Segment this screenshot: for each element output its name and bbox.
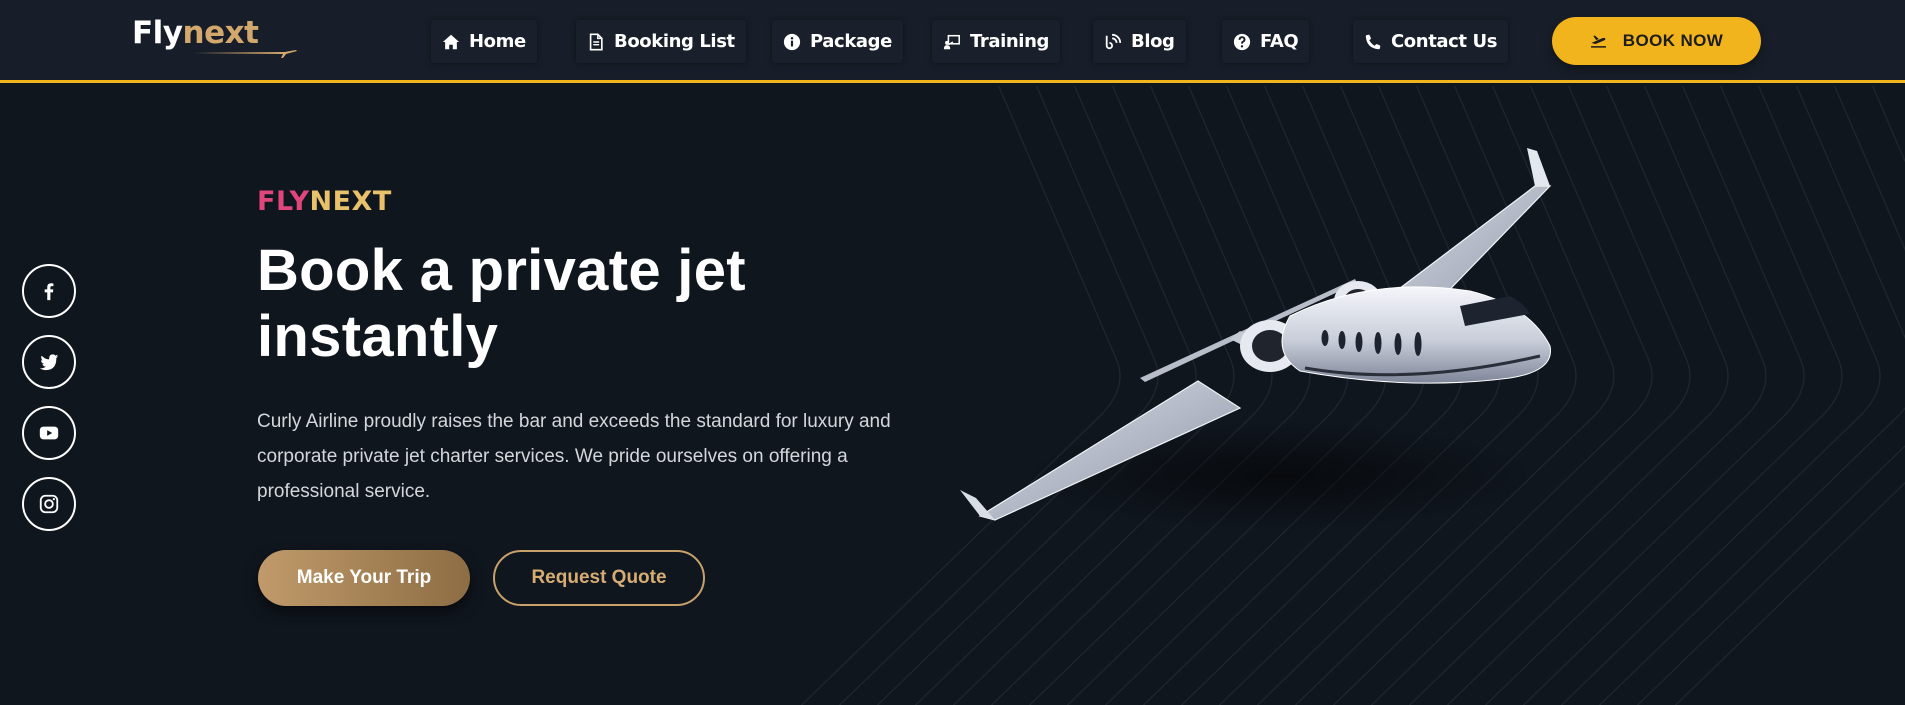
logo-text-next: next: [182, 15, 259, 51]
twitter-icon: [39, 354, 59, 371]
private-jet-image: [960, 148, 1552, 531]
nav-package[interactable]: Package: [772, 20, 903, 63]
book-now-label: BOOK NOW: [1622, 31, 1724, 50]
headline-line-2: instantly: [257, 304, 499, 369]
eyebrow-fly: FLY: [257, 186, 310, 217]
youtube-icon: [39, 426, 59, 440]
info-circle-icon: [783, 33, 801, 50]
hero-eyebrow: FLYNEXT: [257, 186, 392, 217]
nav-package-label: Package: [810, 31, 892, 52]
social-youtube-button[interactable]: [22, 406, 76, 460]
background-line: [1674, 86, 1905, 705]
request-quote-button[interactable]: Request Quote: [493, 550, 705, 606]
nav-contact-us-label: Contact Us: [1391, 31, 1498, 52]
nav-blog[interactable]: Blog: [1093, 20, 1186, 63]
nav-blog-label: Blog: [1131, 31, 1175, 52]
social-twitter-button[interactable]: [22, 335, 76, 389]
nav-faq[interactable]: FAQ: [1222, 20, 1310, 63]
logo-plane-icon: [279, 50, 297, 58]
phone-icon: [1365, 34, 1381, 49]
site-logo[interactable]: Fly next: [132, 15, 297, 58]
home-icon: [442, 34, 460, 49]
hero-description: Curly Airline proudly raises the bar and…: [257, 411, 891, 502]
nav-training[interactable]: Training: [932, 20, 1060, 63]
facebook-icon: [44, 283, 54, 301]
nav-training-label: Training: [970, 31, 1049, 52]
book-now-button[interactable]: BOOK NOW: [1552, 17, 1761, 65]
make-your-trip-button[interactable]: Make Your Trip: [258, 550, 470, 606]
social-facebook-button[interactable]: [22, 264, 76, 318]
nav-booking-list[interactable]: Booking List: [576, 20, 746, 63]
eyebrow-next: NEXT: [309, 186, 392, 217]
top-navbar: Fly next Home Booking List Package Traini…: [0, 0, 1905, 83]
blog-icon: [1105, 33, 1122, 49]
question-circle-icon: [1233, 33, 1251, 50]
document-icon: [589, 33, 603, 50]
headline-line-1: Book a private jet: [257, 238, 746, 303]
hero-section: FLYNEXT Book a private jet instantly Cur…: [0, 86, 1905, 705]
social-instagram-button[interactable]: [22, 477, 76, 531]
nav-faq-label: FAQ: [1260, 31, 1299, 52]
hero-headline: Book a private jet instantly: [257, 238, 897, 370]
logo-underline: [194, 52, 286, 54]
nav-booking-list-label: Booking List: [614, 31, 735, 52]
nav-home-label: Home: [469, 31, 526, 52]
chalkboard-teacher-icon: [943, 34, 960, 49]
logo-text-fly: Fly: [132, 15, 183, 51]
plane-departure-icon: [1590, 35, 1606, 48]
nav-contact-us[interactable]: Contact Us: [1353, 20, 1509, 63]
instagram-icon: [39, 494, 59, 514]
nav-home[interactable]: Home: [431, 20, 537, 63]
